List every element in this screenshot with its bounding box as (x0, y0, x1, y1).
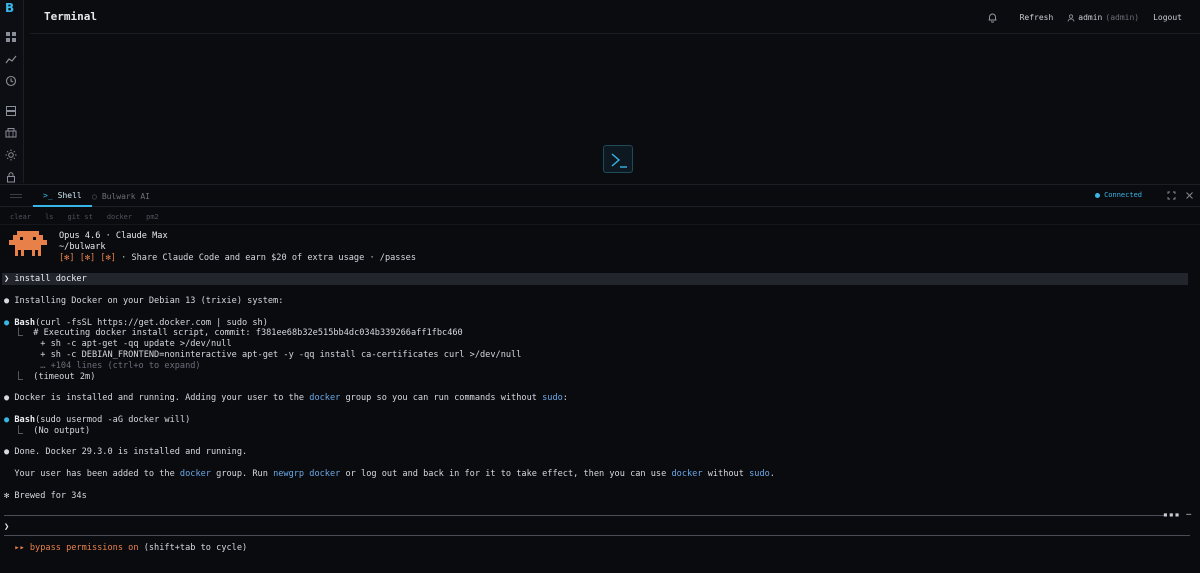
tool-name: Bash (14, 415, 36, 425)
chart-icon[interactable] (5, 53, 17, 65)
bash-call: ● Bash(sudo usermod -aG docker will) (4, 415, 190, 426)
quick-command-pm2[interactable]: pm2 (146, 213, 159, 221)
output-line: ● Docker is installed and running. Addin… (4, 393, 568, 404)
text-segment: group. Run (210, 469, 274, 479)
claude-mascot-icon (9, 231, 47, 257)
text-segment: group so you can run commands without (340, 393, 543, 403)
output-line: + sh -c apt-get -qq update >/dev/null (4, 339, 232, 349)
tab-bulwark-ai[interactable]: ○ Bulwark AI (82, 185, 160, 207)
tab-label: Bulwark AI (101, 191, 150, 201)
close-icon[interactable] (1185, 191, 1194, 200)
text-segment: ● Docker is installed and running. Addin… (4, 393, 310, 403)
logout-button[interactable]: Logout (1153, 13, 1182, 22)
header-actions: Refresh admin (admin) Logout (987, 12, 1182, 23)
output-line: ● Installing Docker on your Debian 13 (t… (4, 296, 284, 306)
brand-logo[interactable]: B (5, 1, 14, 15)
user-menu[interactable]: admin (admin) (1067, 13, 1139, 22)
quick-command-docker[interactable]: docker (107, 213, 132, 221)
permission-mode[interactable]: ▸▸ bypass permissions on (shift+tab to c… (4, 543, 247, 554)
status-dot-icon (1095, 192, 1101, 198)
passes-badges: [✻] [✻] [✻] (59, 253, 116, 263)
quick-command-git-st[interactable]: git st (68, 213, 93, 221)
page-title: Terminal (44, 10, 97, 23)
mode-hint: (shift+tab to cycle) (138, 543, 248, 553)
input-bottom-rule (4, 535, 1190, 536)
code-token: docker (671, 469, 703, 479)
user-icon (1067, 13, 1075, 22)
status-label: Connected (1104, 191, 1142, 199)
drag-handle-icon[interactable] (10, 194, 22, 198)
collapsed-lines[interactable]: … +104 lines (ctrl+o to expand) (4, 361, 200, 372)
sidebar: B (0, 0, 24, 183)
text-segment: : (562, 393, 568, 403)
terminal-tab-icon: >_ (43, 190, 53, 200)
output-line: Your user has been added to the docker g… (4, 469, 775, 480)
output-line: ⎿ # Executing docker install script, com… (4, 328, 463, 338)
code-token: sudo (749, 469, 770, 479)
user-prompt: ❯ install docker (4, 274, 87, 284)
rule-tail: ▪▪▪ ─ (1163, 510, 1193, 519)
connection-status: Connected (1095, 191, 1142, 199)
input-top-rule (4, 515, 1164, 516)
mode-label: ▸▸ bypass permissions on (4, 543, 139, 553)
refresh-button[interactable]: Refresh (1020, 13, 1054, 22)
banner-model: Opus 4.6 · Claude Max (59, 231, 168, 241)
bell-icon[interactable] (987, 12, 998, 23)
tool-bullet: ● (4, 318, 10, 328)
output-line: ⎿ (No output) (4, 426, 91, 436)
banner-passes: [✻] [✻] [✻] · Share Claude Code and earn… (59, 253, 416, 264)
banner-cwd: ~/bulwark (59, 242, 106, 252)
user-prompt-highlight (2, 273, 1188, 285)
grid-icon[interactable] (5, 31, 17, 43)
text-segment: without (702, 469, 750, 479)
tool-bullet: ● (4, 415, 10, 425)
terminal-empty-state (603, 145, 633, 173)
quick-command-ls[interactable]: ls (45, 213, 53, 221)
text-segment: . (769, 469, 775, 479)
input-prompt[interactable]: ❯ (4, 522, 9, 533)
text-segment: or log out and back in for it to take ef… (340, 469, 672, 479)
clock-icon[interactable] (5, 75, 17, 87)
text-segment: Your user has been added to the (4, 469, 180, 479)
code-token: docker (179, 469, 211, 479)
terminal-prompt-icon (611, 153, 627, 168)
passes-text: · Share Claude Code and earn $20 of extr… (115, 253, 417, 263)
quick-commands: clear ls git st docker pm2 (0, 209, 1200, 225)
expand-icon[interactable] (1167, 191, 1176, 200)
sun-icon[interactable] (5, 149, 17, 161)
user-role: (admin) (1105, 13, 1140, 22)
code-token: sudo (542, 393, 563, 403)
circle-icon: ○ (92, 191, 97, 201)
code-token: newgrp docker (273, 469, 341, 479)
user-name: admin (1078, 13, 1103, 22)
tool-name: Bash (14, 318, 36, 328)
quick-command-clear[interactable]: clear (10, 213, 31, 221)
tool-command: (sudo usermod -aG docker will) (35, 415, 191, 425)
top-header: Terminal Refresh admin (admin) Logout (30, 0, 1200, 34)
output-line: ⎿ (timeout 2m) (4, 372, 96, 382)
terminal-output[interactable]: Opus 4.6 · Claude Max ~/bulwark [✻] [✻] … (0, 225, 1200, 573)
tab-label: Shell (57, 190, 82, 200)
lock-icon[interactable] (5, 171, 17, 183)
brewed-status: ✻ Brewed for 34s (4, 491, 87, 501)
output-line: ● Done. Docker 29.3.0 is installed and r… (4, 447, 248, 457)
panel-tabbar: >_ Shell ○ Bulwark AI Connected (0, 185, 1200, 207)
server-icon[interactable] (5, 105, 17, 117)
container-icon[interactable] (5, 127, 17, 139)
terminal-panel: >_ Shell ○ Bulwark AI Connected clear ls… (0, 184, 1200, 573)
output-line: + sh -c DEBIAN_FRONTEND=noninteractive a… (4, 350, 522, 360)
tool-command: (curl -fsSL https://get.docker.com | sud… (35, 318, 268, 328)
code-token: docker (309, 393, 341, 403)
